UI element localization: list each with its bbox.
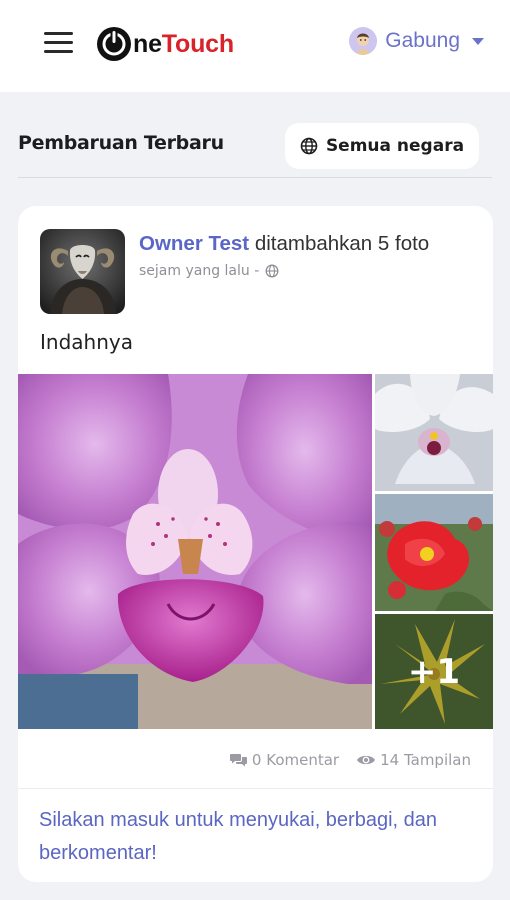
photo-gallery: +1 [18,374,493,729]
comments-label: 0 Komentar [251,751,340,769]
views-count: 14 Tampilan [357,751,471,769]
views-label: 14 Tampilan [380,751,471,769]
author-name-link[interactable]: Owner Test [139,232,249,255]
post-stats: 0 Komentar 14 Tampilan [229,751,471,769]
post-card: Owner Test ditambahkan 5 foto sejam yang… [18,206,493,882]
author-avatar[interactable] [40,229,125,314]
caret-down-icon [472,37,484,45]
globe-icon [265,264,279,278]
country-filter-button[interactable]: Semua negara [285,123,479,169]
red-flower-photo [375,494,493,611]
post-text: Indahnya [40,330,133,354]
more-photos-overlay[interactable]: +1 [375,614,493,729]
avatar [349,27,378,55]
user-avatar-icon [349,27,378,55]
login-prompt-link[interactable]: Silakan masuk untuk menyukai, berbagi, d… [39,804,479,870]
orchid-photo [18,374,372,729]
comments-count[interactable]: 0 Komentar [229,751,340,769]
globe-icon [300,137,318,155]
gallery-main-photo[interactable] [18,374,372,729]
comments-icon [229,753,247,766]
onetouch-logo[interactable]: neTouch [96,26,234,62]
power-logo-icon [97,27,131,61]
eye-icon [357,755,376,765]
post-action-text: ditambahkan 5 foto [254,232,430,255]
gallery-thumb-2[interactable] [375,494,493,611]
page-title: Pembaruan Terbaru [18,132,224,154]
top-header: neTouch Gabung [0,0,510,92]
ram-avatar-image [40,229,125,314]
post-header: Owner Test ditambahkan 5 foto [139,232,429,256]
section-divider [18,177,492,178]
more-photos-count: +1 [407,651,461,692]
post-timestamp: sejam yang lalu - [139,263,260,279]
card-divider [18,788,493,789]
country-filter-label: Semua negara [325,136,465,156]
gallery-thumb-1[interactable] [375,374,493,491]
join-label: Gabung [385,29,460,52]
logo-text: neTouch [133,29,234,58]
hamburger-menu-icon[interactable] [44,32,74,54]
post-meta: sejam yang lalu - [139,263,279,279]
gallery-thumb-3[interactable]: +1 [375,614,493,729]
white-orchid-photo [375,374,493,491]
join-dropdown[interactable]: Gabung [349,27,484,55]
